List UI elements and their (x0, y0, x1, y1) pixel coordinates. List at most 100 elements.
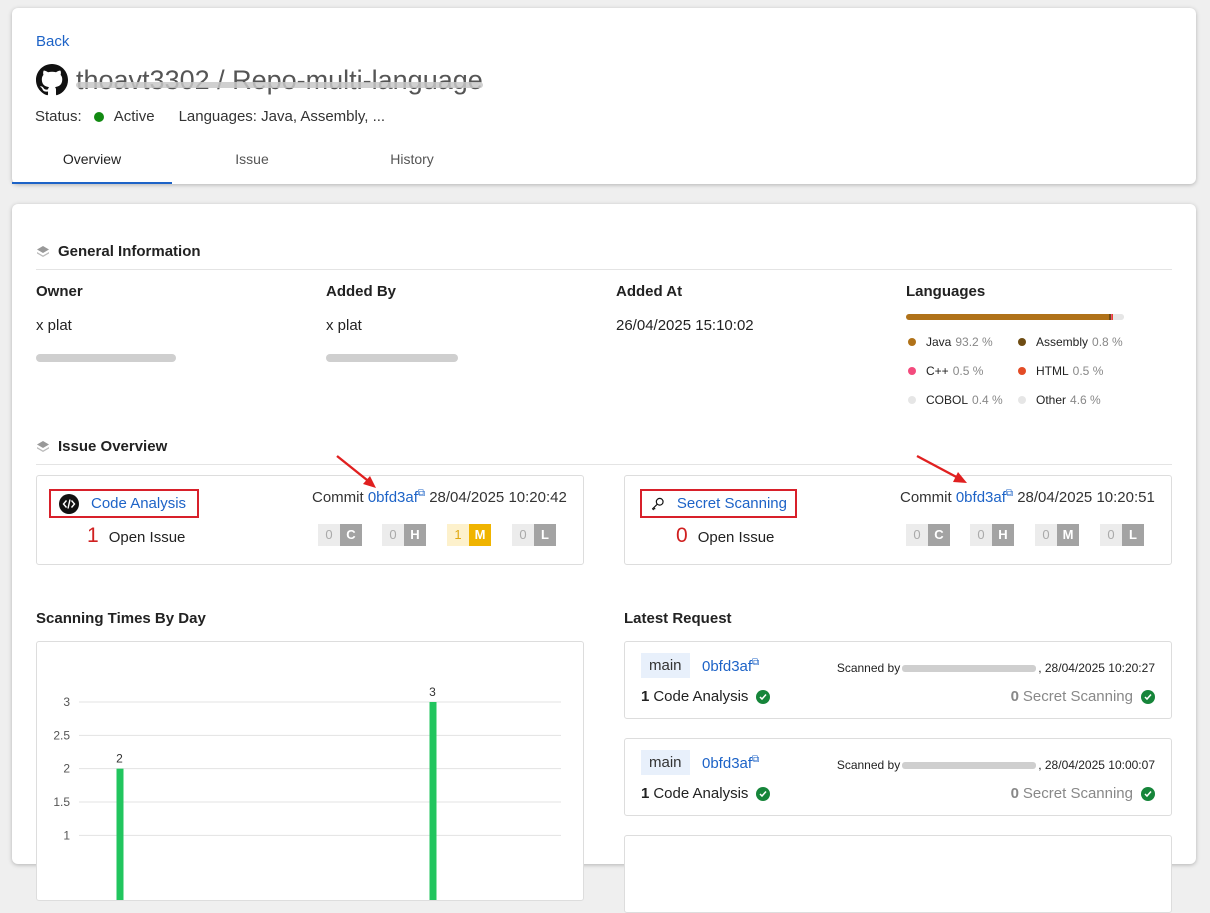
check-circle-icon (756, 786, 771, 801)
scanned-by-info: Scanned by, 28/04/2025 10:00:07 (836, 758, 1155, 772)
code-analysis-link[interactable]: Code Analysis (91, 495, 186, 512)
layers-icon (37, 440, 49, 452)
lang-dot-icon (908, 338, 916, 346)
general-info-heading: General Information (36, 243, 201, 260)
external-link-icon: ⧉ (1005, 488, 1014, 499)
scanning-chart-heading: Scanning Times By Day (36, 610, 206, 627)
lang-pct: 93.2 % (955, 335, 993, 349)
lang-name: Java (926, 335, 952, 349)
issue-overview-heading: Issue Overview (36, 438, 167, 455)
commit-date: 28/04/2025 10:20:42 (429, 489, 567, 506)
lang-bar-segment (906, 314, 1110, 320)
check-circle-icon (1141, 689, 1155, 704)
tab-history[interactable]: History (332, 144, 492, 184)
repo-header-card: Back thoavt3302 / Repo-multi-language St… (12, 8, 1196, 184)
code-analysis-title[interactable]: Code Analysis (49, 489, 199, 518)
chart-bar[interactable] (116, 768, 124, 902)
chart-ytick-label: 1.5 (53, 795, 70, 809)
divider (36, 269, 1172, 270)
added-by-name: x plat (326, 317, 362, 334)
lang-dot-icon (908, 367, 916, 375)
divider (36, 464, 1172, 465)
owner-email-redacted (36, 354, 176, 362)
severity-medium-badge[interactable]: 1M (447, 524, 491, 546)
owner-label: Owner (36, 283, 83, 300)
severity-high-badge[interactable]: 0H (382, 524, 426, 546)
lang-item: HTML 0.5 % (1018, 364, 1103, 378)
added-at-label: Added At (616, 283, 683, 300)
github-icon (36, 64, 68, 96)
secret-scanning-result: 0 Secret Scanning (1011, 688, 1155, 705)
severity-low-badge[interactable]: 0L (512, 524, 556, 546)
open-issue-label: Open Issue (108, 529, 186, 546)
severity-high-badge[interactable]: 0H (970, 524, 1014, 546)
latest-request-title: Latest Request (624, 610, 732, 627)
latest-request-heading: Latest Request (624, 610, 732, 627)
tab-overview[interactable]: Overview (12, 144, 172, 184)
lang-dot-icon (908, 396, 916, 404)
open-issue-number: 0 (676, 524, 688, 547)
chart-ytick-label: 2.5 (53, 728, 70, 742)
chart-value-label: 3 (429, 685, 436, 699)
lang-name: COBOL (926, 393, 969, 407)
check-circle-icon (1141, 786, 1155, 801)
code-icon (59, 493, 79, 514)
request-card[interactable] (624, 835, 1172, 913)
lang-pct: 4.6 % (1070, 393, 1101, 407)
lang-item: COBOL 0.4 % (908, 393, 1003, 407)
annotation-arrow-icon (916, 454, 967, 483)
languages-label: Languages (906, 283, 986, 300)
open-issue-label: Open Issue (697, 529, 775, 546)
commit-hash-link[interactable]: 0bfd3af⧉ (702, 657, 759, 675)
open-issue-count: 1 Open Issue (87, 524, 185, 548)
external-link-icon: ⧉ (417, 488, 426, 499)
secret-scanning-link[interactable]: Secret Scanning (677, 495, 787, 512)
severity-medium-badge[interactable]: 0M (1035, 524, 1079, 546)
open-issue-count: 0 Open Issue (676, 524, 774, 548)
commit-hash-link[interactable]: 0bfd3af⧉ (702, 754, 759, 772)
severity-critical-badge[interactable]: 0C (318, 524, 362, 546)
lang-dot-icon (1018, 338, 1026, 346)
added-by-email-redacted (326, 354, 458, 362)
code-analysis-box: Code Analysis Commit 0bfd3af⧉ 28/04/2025… (36, 475, 584, 565)
back-link[interactable]: Back (36, 33, 69, 50)
code-analysis-result: 1 Code Analysis (641, 785, 771, 802)
severity-critical-badge[interactable]: 0C (906, 524, 950, 546)
lang-pct: 0.8 % (1092, 335, 1123, 349)
external-link-icon: ⧉ (752, 754, 760, 765)
chart-ytick-label: 2 (63, 762, 70, 776)
severity-low-badge[interactable]: 0L (1100, 524, 1144, 546)
lang-item: Java 93.2 % (908, 335, 993, 349)
commit-date: 28/04/2025 10:20:51 (1017, 489, 1155, 506)
check-circle-icon (756, 689, 771, 704)
scanning-chart-title: Scanning Times By Day (36, 610, 206, 627)
lang-name: Assembly (1036, 335, 1089, 349)
tab-issue[interactable]: Issue (172, 144, 332, 184)
owner-name: x plat (36, 317, 72, 334)
status-value: Active (113, 108, 155, 125)
lang-pct: 0.4 % (972, 393, 1003, 407)
status-dot-icon (93, 111, 104, 122)
scanner-email-redacted (902, 664, 1037, 672)
scanned-by-info: Scanned by, 28/04/2025 10:20:27 (836, 661, 1155, 675)
lang-item: Assembly 0.8 % (1018, 335, 1123, 349)
general-info-title: General Information (58, 243, 201, 260)
chart-ytick-label: 1 (63, 828, 70, 842)
chart-value-label: 2 (116, 752, 123, 766)
lang-bar-segment (1113, 314, 1124, 320)
secret-scanning-title[interactable]: Secret Scanning (640, 489, 797, 518)
chart-bar[interactable] (429, 702, 437, 902)
issue-overview-title: Issue Overview (58, 438, 168, 455)
lang-item: C++ 0.5 % (908, 364, 983, 378)
lang-pct: 0.5 % (952, 364, 984, 378)
scanner-email-redacted (902, 761, 1037, 769)
secret-scanning-result: 0 Secret Scanning (1011, 785, 1155, 802)
request-card[interactable]: main 0bfd3af⧉ Scanned by, 28/04/2025 10:… (624, 738, 1172, 816)
open-issue-number: 1 (87, 524, 99, 547)
added-at-value: 26/04/2025 15:10:02 (616, 317, 754, 334)
lang-name: HTML (1036, 364, 1069, 378)
repo-title: thoavt3302 / Repo-multi-language (76, 65, 483, 95)
external-link-icon: ⧉ (752, 657, 760, 668)
branch-badge: main (641, 653, 690, 678)
request-card[interactable]: main 0bfd3af⧉ Scanned by, 28/04/2025 10:… (624, 641, 1172, 719)
